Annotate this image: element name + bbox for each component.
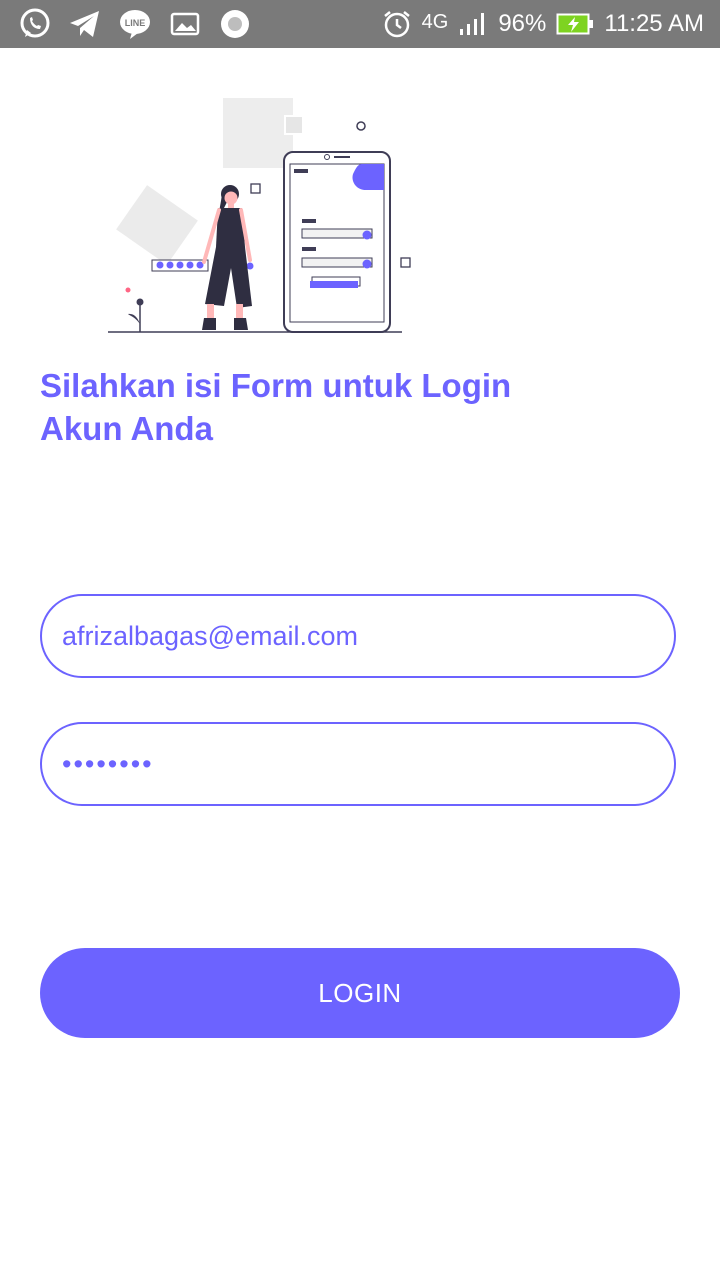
password-field[interactable] — [40, 722, 676, 806]
telegram-icon — [68, 7, 102, 41]
page-title: Silahkan isi Form untuk Login Akun Anda — [40, 364, 560, 450]
page-title-line2: Akun Anda — [40, 410, 213, 447]
clock-time: 11:25 AM — [604, 10, 704, 37]
login-button[interactable]: LOGIN — [40, 948, 680, 1038]
gallery-icon — [168, 7, 202, 41]
notification-icons: LINE — [18, 6, 252, 42]
email-field[interactable] — [40, 594, 676, 678]
battery-charging-icon — [556, 12, 594, 36]
record-icon — [218, 7, 252, 41]
page-title-line1: Silahkan isi Form untuk Login — [40, 367, 512, 404]
line-icon: LINE — [118, 7, 152, 41]
svg-text:LINE: LINE — [125, 18, 146, 28]
login-illustration — [100, 92, 420, 337]
alarm-clock-icon — [382, 9, 412, 39]
system-indicators: 4G 96% 11:25 AM — [382, 6, 704, 42]
network-type: 4G — [421, 10, 449, 33]
signal-bars-icon — [458, 11, 488, 37]
whatsapp-icon — [18, 7, 52, 41]
battery-percent: 96% — [498, 10, 547, 37]
status-bar: LINE 4G 96% 11:25 AM — [0, 0, 720, 48]
